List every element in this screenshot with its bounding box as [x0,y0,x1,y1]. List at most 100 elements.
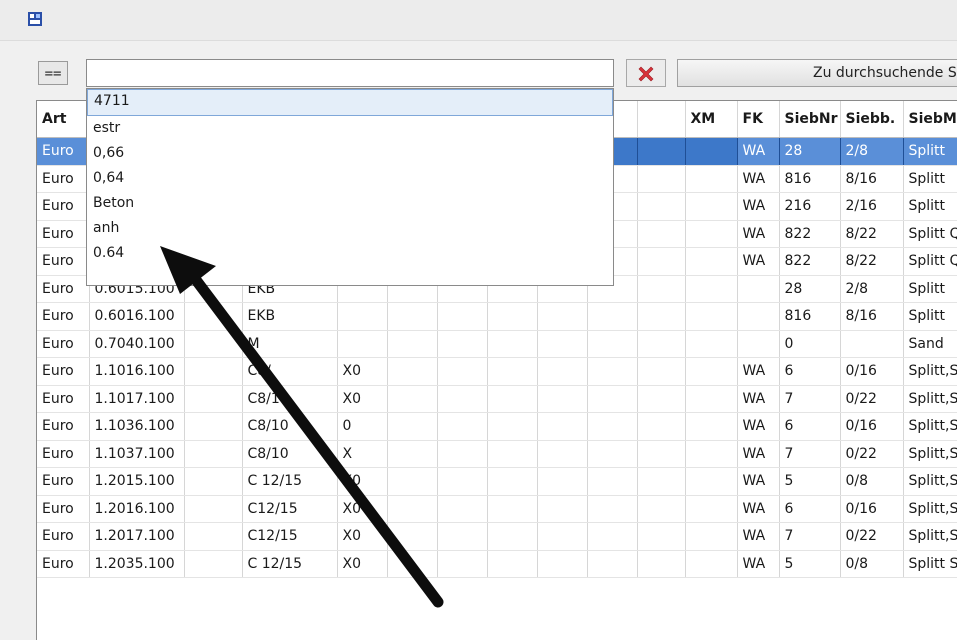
table-cell[interactable]: 1.2035.100 [89,550,185,578]
table-cell[interactable]: Splitt [903,165,957,193]
table-cell[interactable] [184,330,243,358]
table-cell[interactable]: C 12/15 [242,550,338,578]
table-cell[interactable] [487,522,538,551]
table-cell[interactable]: Euro [37,385,90,413]
table-cell[interactable]: Euro [37,440,90,468]
table-cell[interactable] [184,412,243,441]
table-cell[interactable]: X0 [337,467,388,496]
table-cell[interactable] [387,495,438,523]
table-cell[interactable]: 28 [779,137,841,166]
table-cell[interactable] [487,495,538,523]
table-cell[interactable] [685,192,738,221]
table-cell[interactable] [184,550,243,578]
table-cell[interactable] [437,440,488,468]
table-cell[interactable]: 0/8 [840,467,904,496]
autocomplete-item[interactable]: 0,64 [87,166,613,191]
table-cell[interactable] [487,385,538,413]
autocomplete-item[interactable]: 0.64 [87,241,613,266]
table-cell[interactable] [685,247,738,276]
table-cell[interactable] [685,412,738,441]
table-cell[interactable] [437,357,488,386]
table-cell[interactable] [537,330,588,358]
table-cell[interactable] [637,522,686,551]
table-cell[interactable]: 28 [779,275,841,303]
table-cell[interactable]: WA [737,247,780,276]
search-input[interactable] [86,59,614,87]
table-cell[interactable]: X0 [337,550,388,578]
table-cell[interactable] [587,412,638,441]
table-cell[interactable] [184,440,243,468]
table-cell[interactable] [387,302,438,331]
table-cell[interactable] [637,357,686,386]
table-cell[interactable] [637,192,686,221]
autocomplete-dropdown[interactable]: 4711 estr 0,66 0,64 Beton anh 0.64 [86,88,614,286]
table-cell[interactable] [437,330,488,358]
table-cell[interactable]: WA [737,220,780,248]
table-cell[interactable] [387,357,438,386]
table-row[interactable]: Euro1.1037.100 C8/10X WA70/22Splitt,Sand [37,440,957,468]
table-row[interactable]: Euro1.1017.100 C8/10X0 WA70/22Splitt,Sand [37,385,957,413]
table-cell[interactable] [637,165,686,193]
table-cell[interactable] [637,467,686,496]
table-cell[interactable] [437,522,488,551]
table-row[interactable]: Euro1.2017.100 C12/15X0 WA70/22Splitt,Sand [37,522,957,551]
table-cell[interactable]: M [242,330,338,358]
table-cell[interactable] [587,440,638,468]
table-cell[interactable] [587,522,638,551]
table-cell[interactable] [184,357,243,386]
table-cell[interactable] [487,302,538,331]
table-cell[interactable] [387,440,438,468]
table-cell[interactable] [637,385,686,413]
table-cell[interactable]: Euro [37,522,90,551]
table-cell[interactable]: WA [737,192,780,221]
table-cell[interactable]: Euro [37,357,90,386]
table-cell[interactable]: 216 [779,192,841,221]
table-cell[interactable]: X0 [337,385,388,413]
clear-search-button[interactable] [626,59,666,87]
table-cell[interactable] [685,165,738,193]
table-cell[interactable] [537,302,588,331]
table-cell[interactable]: 1.1017.100 [89,385,185,413]
table-cell[interactable]: Splitt [903,302,957,331]
table-cell[interactable] [637,247,686,276]
table-cell[interactable]: 822 [779,220,841,248]
table-cell[interactable] [437,412,488,441]
table-cell[interactable] [537,385,588,413]
table-cell[interactable]: 0/16 [840,412,904,441]
table-cell[interactable]: C8/10 [242,385,338,413]
table-cell[interactable]: WA [737,440,780,468]
autocomplete-item[interactable]: estr [87,116,613,141]
table-cell[interactable]: 2/8 [840,137,904,166]
table-cell[interactable] [487,550,538,578]
table-cell[interactable]: WA [737,495,780,523]
table-cell[interactable] [840,330,904,358]
table-cell[interactable] [537,412,588,441]
table-cell[interactable]: WA [737,467,780,496]
table-cell[interactable]: 0.7040.100 [89,330,185,358]
table-cell[interactable]: WA [737,165,780,193]
table-cell[interactable]: 1.2015.100 [89,467,185,496]
table-cell[interactable]: X0 [337,357,388,386]
table-cell[interactable]: Splitt [903,275,957,303]
table-cell[interactable] [685,302,738,331]
table-cell[interactable]: WA [737,357,780,386]
table-row[interactable]: Euro1.2016.100 C12/15X0 WA60/16Splitt,Sand [37,495,957,523]
table-cell[interactable]: 6 [779,357,841,386]
table-cell[interactable] [685,467,738,496]
table-cell[interactable]: X0 [337,522,388,551]
table-cell[interactable] [487,440,538,468]
table-cell[interactable]: Splitt,Sand [903,522,957,551]
table-cell[interactable] [537,467,588,496]
table-cell[interactable]: 7 [779,522,841,551]
table-cell[interactable] [685,330,738,358]
table-cell[interactable]: EKB [242,302,338,331]
table-cell[interactable]: 1.2017.100 [89,522,185,551]
table-cell[interactable]: Euro [37,220,90,248]
table-cell[interactable]: WA [737,550,780,578]
table-cell[interactable] [587,385,638,413]
table-cell[interactable] [737,275,780,303]
table-cell[interactable] [587,302,638,331]
table-cell[interactable]: 1.2016.100 [89,495,185,523]
table-cell[interactable] [387,330,438,358]
table-cell[interactable]: 1.1036.100 [89,412,185,441]
